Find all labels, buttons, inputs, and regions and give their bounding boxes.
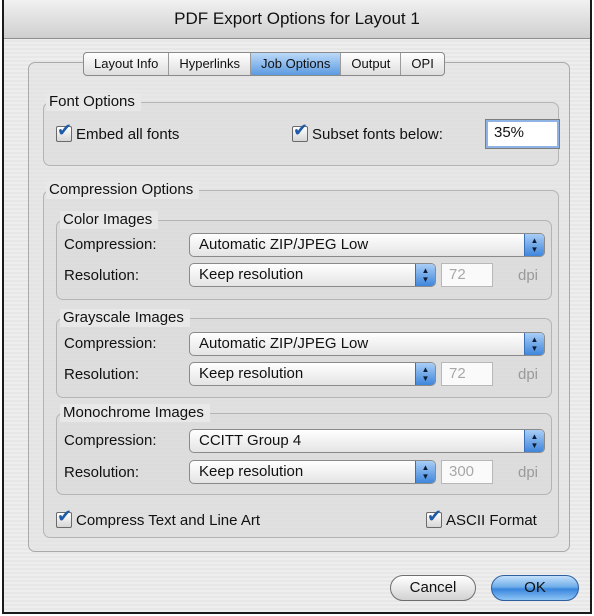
tab-output[interactable]: Output bbox=[341, 53, 402, 75]
ok-button[interactable]: OK bbox=[491, 575, 579, 601]
window-title: PDF Export Options for Layout 1 bbox=[4, 0, 590, 39]
font-options-title: Font Options bbox=[46, 93, 141, 111]
monochrome-dpi-unit: dpi bbox=[518, 464, 539, 481]
grayscale-resolution-select[interactable]: Keep resolution ▲ ▼ bbox=[189, 362, 436, 386]
monochrome-resolution-select[interactable]: Keep resolution ▲ ▼ bbox=[189, 460, 436, 484]
dialog-window: PDF Export Options for Layout 1 Layout I… bbox=[2, 0, 592, 614]
updown-arrows-icon: ▲ ▼ bbox=[524, 430, 544, 452]
ascii-format-label: ASCII Format bbox=[446, 512, 537, 529]
grayscale-images-title: Grayscale Images bbox=[60, 309, 190, 327]
subset-fonts-input[interactable]: 35% bbox=[485, 119, 560, 149]
updown-arrows-icon: ▲ ▼ bbox=[524, 333, 544, 355]
grayscale-dpi-unit: dpi bbox=[518, 366, 539, 383]
updown-arrows-icon: ▲ ▼ bbox=[415, 461, 435, 483]
color-dpi-input[interactable]: 72 bbox=[441, 263, 493, 287]
subset-fonts-label: Subset fonts below: bbox=[312, 126, 443, 143]
tab-layout-info[interactable]: Layout Info bbox=[84, 53, 170, 75]
color-resolution-label: Resolution: bbox=[64, 267, 140, 284]
grayscale-dpi-input[interactable]: 72 bbox=[441, 362, 493, 386]
compress-text-label: Compress Text and Line Art bbox=[76, 512, 260, 529]
monochrome-dpi-input[interactable]: 300 bbox=[441, 460, 493, 484]
compression-options-title: Compression Options bbox=[46, 181, 200, 199]
updown-arrows-icon: ▲ ▼ bbox=[524, 234, 544, 256]
embed-all-fonts-label: Embed all fonts bbox=[76, 126, 180, 143]
grayscale-resolution-label: Resolution: bbox=[64, 366, 140, 383]
tab-bar: Layout Info Hyperlinks Job Options Outpu… bbox=[83, 52, 445, 76]
tab-opi[interactable]: OPI bbox=[401, 53, 443, 75]
check-icon: ✔ bbox=[57, 506, 73, 526]
updown-arrows-icon: ▲ ▼ bbox=[415, 264, 435, 286]
cancel-button[interactable]: Cancel bbox=[390, 575, 476, 601]
updown-arrows-icon: ▲ ▼ bbox=[415, 363, 435, 385]
monochrome-resolution-label: Resolution: bbox=[64, 464, 140, 481]
grayscale-resolution-value: Keep resolution bbox=[199, 365, 304, 382]
monochrome-compression-select[interactable]: CCITT Group 4 ▲ ▼ bbox=[189, 429, 545, 453]
check-icon: ✔ bbox=[57, 120, 73, 140]
grayscale-compression-label: Compression: bbox=[64, 335, 157, 352]
monochrome-resolution-value: Keep resolution bbox=[199, 463, 304, 480]
grayscale-compression-select[interactable]: Automatic ZIP/JPEG Low ▲ ▼ bbox=[189, 332, 545, 356]
color-resolution-value: Keep resolution bbox=[199, 266, 304, 283]
grayscale-images-group bbox=[56, 318, 552, 398]
monochrome-compression-label: Compression: bbox=[64, 432, 157, 449]
tab-hyperlinks[interactable]: Hyperlinks bbox=[169, 53, 252, 75]
compress-text-checkbox[interactable]: ✔ bbox=[56, 507, 72, 528]
check-icon: ✔ bbox=[293, 120, 309, 140]
color-compression-label: Compression: bbox=[64, 236, 157, 253]
color-resolution-select[interactable]: Keep resolution ▲ ▼ bbox=[189, 263, 436, 287]
check-icon: ✔ bbox=[427, 506, 443, 526]
ascii-format-checkbox[interactable]: ✔ bbox=[426, 507, 442, 528]
monochrome-images-title: Monochrome Images bbox=[60, 404, 210, 422]
color-images-title: Color Images bbox=[60, 211, 159, 229]
color-compression-select[interactable]: Automatic ZIP/JPEG Low ▲ ▼ bbox=[189, 233, 545, 257]
color-dpi-unit: dpi bbox=[518, 267, 539, 284]
color-images-group bbox=[56, 220, 552, 300]
embed-all-fonts-checkbox[interactable]: ✔ bbox=[56, 121, 72, 142]
monochrome-compression-value: CCITT Group 4 bbox=[199, 432, 302, 449]
tab-job-options[interactable]: Job Options bbox=[251, 53, 342, 75]
color-compression-value: Automatic ZIP/JPEG Low bbox=[199, 236, 369, 253]
subset-fonts-checkbox[interactable]: ✔ bbox=[292, 121, 308, 142]
grayscale-compression-value: Automatic ZIP/JPEG Low bbox=[199, 335, 369, 352]
